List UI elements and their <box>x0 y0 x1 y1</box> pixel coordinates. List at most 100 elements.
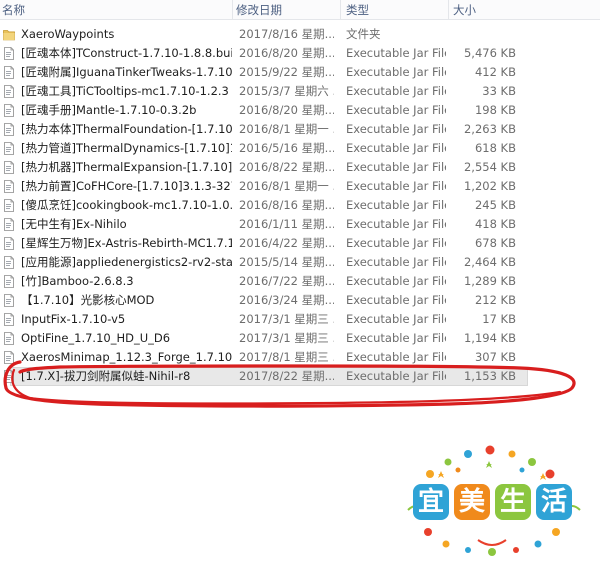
file-size-cell: 17 KB <box>482 312 516 326</box>
file-name-cell: InputFix-1.7.10-v5 <box>0 310 232 329</box>
file-name-text: XaeroWaypoints <box>21 27 115 41</box>
file-name-cell: [热力前置]CoFHCore-[1.7.10]3.1.3-327 <box>0 177 232 196</box>
file-row[interactable]: [无中生有]Ex-Nihilo 2016/1/11 星期... Executable… <box>0 215 600 234</box>
file-type-cell: Executable Jar File <box>346 255 446 269</box>
file-date-cell: 2016/8/1 星期一 ... <box>239 122 334 136</box>
file-row[interactable]: OptiFine_1.7.10_HD_U_D6 2017/3/1 星期三 ... E… <box>0 329 600 348</box>
file-row[interactable]: [匠魂工具]TiCTooltips-mc1.7.10-1.2.3 2015/3/7… <box>0 82 600 101</box>
file-row[interactable]: [热力管道]ThermalDynamics-[1.7.10]1.... 2016/… <box>0 139 600 158</box>
file-date-cell: 2015/3/7 星期六 ... <box>239 84 334 98</box>
file-name-text: [应用能源]appliedenergistics2-rv2-sta... <box>21 255 232 269</box>
file-type-cell: Executable Jar File <box>346 312 446 326</box>
column-header-size[interactable]: 大小 <box>453 2 476 18</box>
file-row[interactable]: [竹]Bamboo-2.6.8.3 2016/7/22 星期... Executab… <box>0 272 600 291</box>
column-divider[interactable] <box>340 0 341 19</box>
file-name-text: [无中生有]Ex-Nihilo <box>21 217 127 231</box>
file-name-text: [竹]Bamboo-2.6.8.3 <box>21 274 134 288</box>
jar-file-icon <box>4 313 14 326</box>
file-row[interactable]: [星辉生万物]Ex-Astris-Rebirth-MC1.7.1... 2016/… <box>0 234 600 253</box>
file-date-cell: 2016/4/22 星期... <box>239 236 334 250</box>
jar-file-icon <box>4 332 14 345</box>
column-header-date[interactable]: 修改日期 <box>236 2 282 18</box>
folder-icon <box>3 30 15 41</box>
file-row[interactable]: InputFix-1.7.10-v5 2017/3/1 星期三 ... Execut… <box>0 310 600 329</box>
file-date-cell: 2016/8/1 星期一 ... <box>239 179 334 193</box>
file-row[interactable]: [匠魂手册]Mantle-1.7.10-0.3.2b 2016/8/20 星期..… <box>0 101 600 120</box>
file-name-text: InputFix-1.7.10-v5 <box>21 312 126 326</box>
file-name-text: OptiFine_1.7.10_HD_U_D6 <box>21 331 171 345</box>
jar-file-icon <box>4 104 14 117</box>
file-row[interactable]: [热力本体]ThermalFoundation-[1.7.10]... 2016/… <box>0 120 600 139</box>
jar-file-icon <box>4 123 14 136</box>
column-divider[interactable] <box>232 0 233 19</box>
file-size-cell: 1,194 KB <box>463 331 516 345</box>
file-name-text: [1.7.X]-拔刀剑附属似蛙-Nihil-r8 <box>21 369 191 383</box>
jar-file-icon <box>4 180 14 193</box>
file-size-cell: 678 KB <box>474 236 516 250</box>
file-type-cell: Executable Jar File <box>346 160 446 174</box>
file-type-cell: Executable Jar File <box>346 46 446 60</box>
file-name-text: [热力机器]ThermalExpansion-[1.7.10]4... <box>21 160 232 174</box>
file-size-cell: 1,289 KB <box>463 274 516 288</box>
file-date-cell: 2017/8/1 星期三 ... <box>239 350 334 364</box>
logo-character: 活 <box>536 484 572 520</box>
file-type-cell: Executable Jar File <box>346 84 446 98</box>
file-name-text: XaerosMinimap_1.12.3_Forge_1.7.10 <box>21 350 232 364</box>
file-row[interactable]: XaeroWaypoints 2017/8/16 星期... 文件夹 <box>0 25 600 44</box>
column-divider[interactable] <box>448 0 449 19</box>
file-name-cell: [匠魂手册]Mantle-1.7.10-0.3.2b <box>0 101 232 120</box>
file-row[interactable]: [应用能源]appliedenergistics2-rv2-sta... 2015… <box>0 253 600 272</box>
file-name-cell: [傻瓜烹饪]cookingbook-mc1.7.10-1.0.... <box>0 196 232 215</box>
file-date-cell: 2016/1/11 星期... <box>239 217 334 231</box>
file-type-cell: Executable Jar File <box>346 198 446 212</box>
file-row[interactable]: [匠魂附属]IguanaTinkerTweaks-1.7.10... 2015/9… <box>0 63 600 82</box>
file-name-text: [热力本体]ThermalFoundation-[1.7.10]... <box>21 122 232 136</box>
file-size-cell: 33 KB <box>482 84 516 98</box>
file-date-cell: 2016/8/16 星期... <box>239 198 334 212</box>
jar-file-icon <box>4 66 14 79</box>
file-type-cell: Executable Jar File <box>346 331 446 345</box>
jar-file-icon <box>4 370 14 383</box>
jar-file-icon <box>4 351 14 364</box>
file-row[interactable]: XaerosMinimap_1.12.3_Forge_1.7.10 2017/8/… <box>0 348 600 367</box>
file-name-text: [热力管道]ThermalDynamics-[1.7.10]1.... <box>21 141 232 155</box>
file-name-text: 【1.7.10】光影核心MOD <box>21 293 155 307</box>
file-date-cell: 2016/8/20 星期... <box>239 46 334 60</box>
file-name-cell: [匠魂本体]TConstruct-1.7.10-1.8.8.buil... <box>0 44 232 63</box>
jar-file-icon <box>4 142 14 155</box>
jar-file-icon <box>4 275 14 288</box>
file-date-cell: 2016/7/22 星期... <box>239 274 334 288</box>
file-row[interactable]: [傻瓜烹饪]cookingbook-mc1.7.10-1.0.... 2016/8… <box>0 196 600 215</box>
column-header-type[interactable]: 类型 <box>346 2 369 18</box>
file-name-cell: 【1.7.10】光影核心MOD <box>0 291 232 310</box>
file-name-text: [傻瓜烹饪]cookingbook-mc1.7.10-1.0.... <box>21 198 232 212</box>
file-type-cell: Executable Jar File <box>346 179 446 193</box>
jar-file-icon <box>4 161 14 174</box>
file-name-cell: [应用能源]appliedenergistics2-rv2-sta... <box>0 253 232 272</box>
file-size-cell: 618 KB <box>474 141 516 155</box>
file-size-cell: 198 KB <box>474 103 516 117</box>
file-size-cell <box>440 25 516 44</box>
file-name-cell: [星辉生万物]Ex-Astris-Rebirth-MC1.7.1... <box>0 234 232 253</box>
file-type-cell: Executable Jar File <box>346 350 446 364</box>
file-name-text: [星辉生万物]Ex-Astris-Rebirth-MC1.7.1... <box>21 236 232 250</box>
file-type-cell: Executable Jar File <box>346 293 446 307</box>
file-date-cell: 2017/8/16 星期... <box>239 27 334 41</box>
jar-file-icon <box>4 294 14 307</box>
file-name-text: [热力前置]CoFHCore-[1.7.10]3.1.3-327 <box>21 179 232 193</box>
file-row[interactable]: [热力前置]CoFHCore-[1.7.10]3.1.3-327 2016/8/1… <box>0 177 600 196</box>
file-size-cell: 1,153 KB <box>463 369 516 383</box>
file-type-cell: Executable Jar File <box>346 141 446 155</box>
file-row-selected[interactable]: [1.7.X]-拔刀剑附属似蛙-Nihil-r8 2017/8/22 星期... E… <box>0 367 600 386</box>
brand-logo: 宜美生活 <box>398 440 588 560</box>
jar-file-icon <box>4 237 14 250</box>
jar-file-icon <box>4 218 14 231</box>
file-type-cell: Executable Jar File <box>346 122 446 136</box>
file-row[interactable]: [热力机器]ThermalExpansion-[1.7.10]4... 2016/… <box>0 158 600 177</box>
file-date-cell: 2016/3/24 星期... <box>239 293 334 307</box>
file-row[interactable]: 【1.7.10】光影核心MOD 2016/3/24 星期... Executable… <box>0 291 600 310</box>
column-header-name[interactable]: 名称 <box>2 2 25 18</box>
file-row[interactable]: [匠魂本体]TConstruct-1.7.10-1.8.8.buil... 201… <box>0 44 600 63</box>
file-name-text: [匠魂手册]Mantle-1.7.10-0.3.2b <box>21 103 197 117</box>
file-date-cell: 2017/8/22 星期... <box>239 369 334 383</box>
